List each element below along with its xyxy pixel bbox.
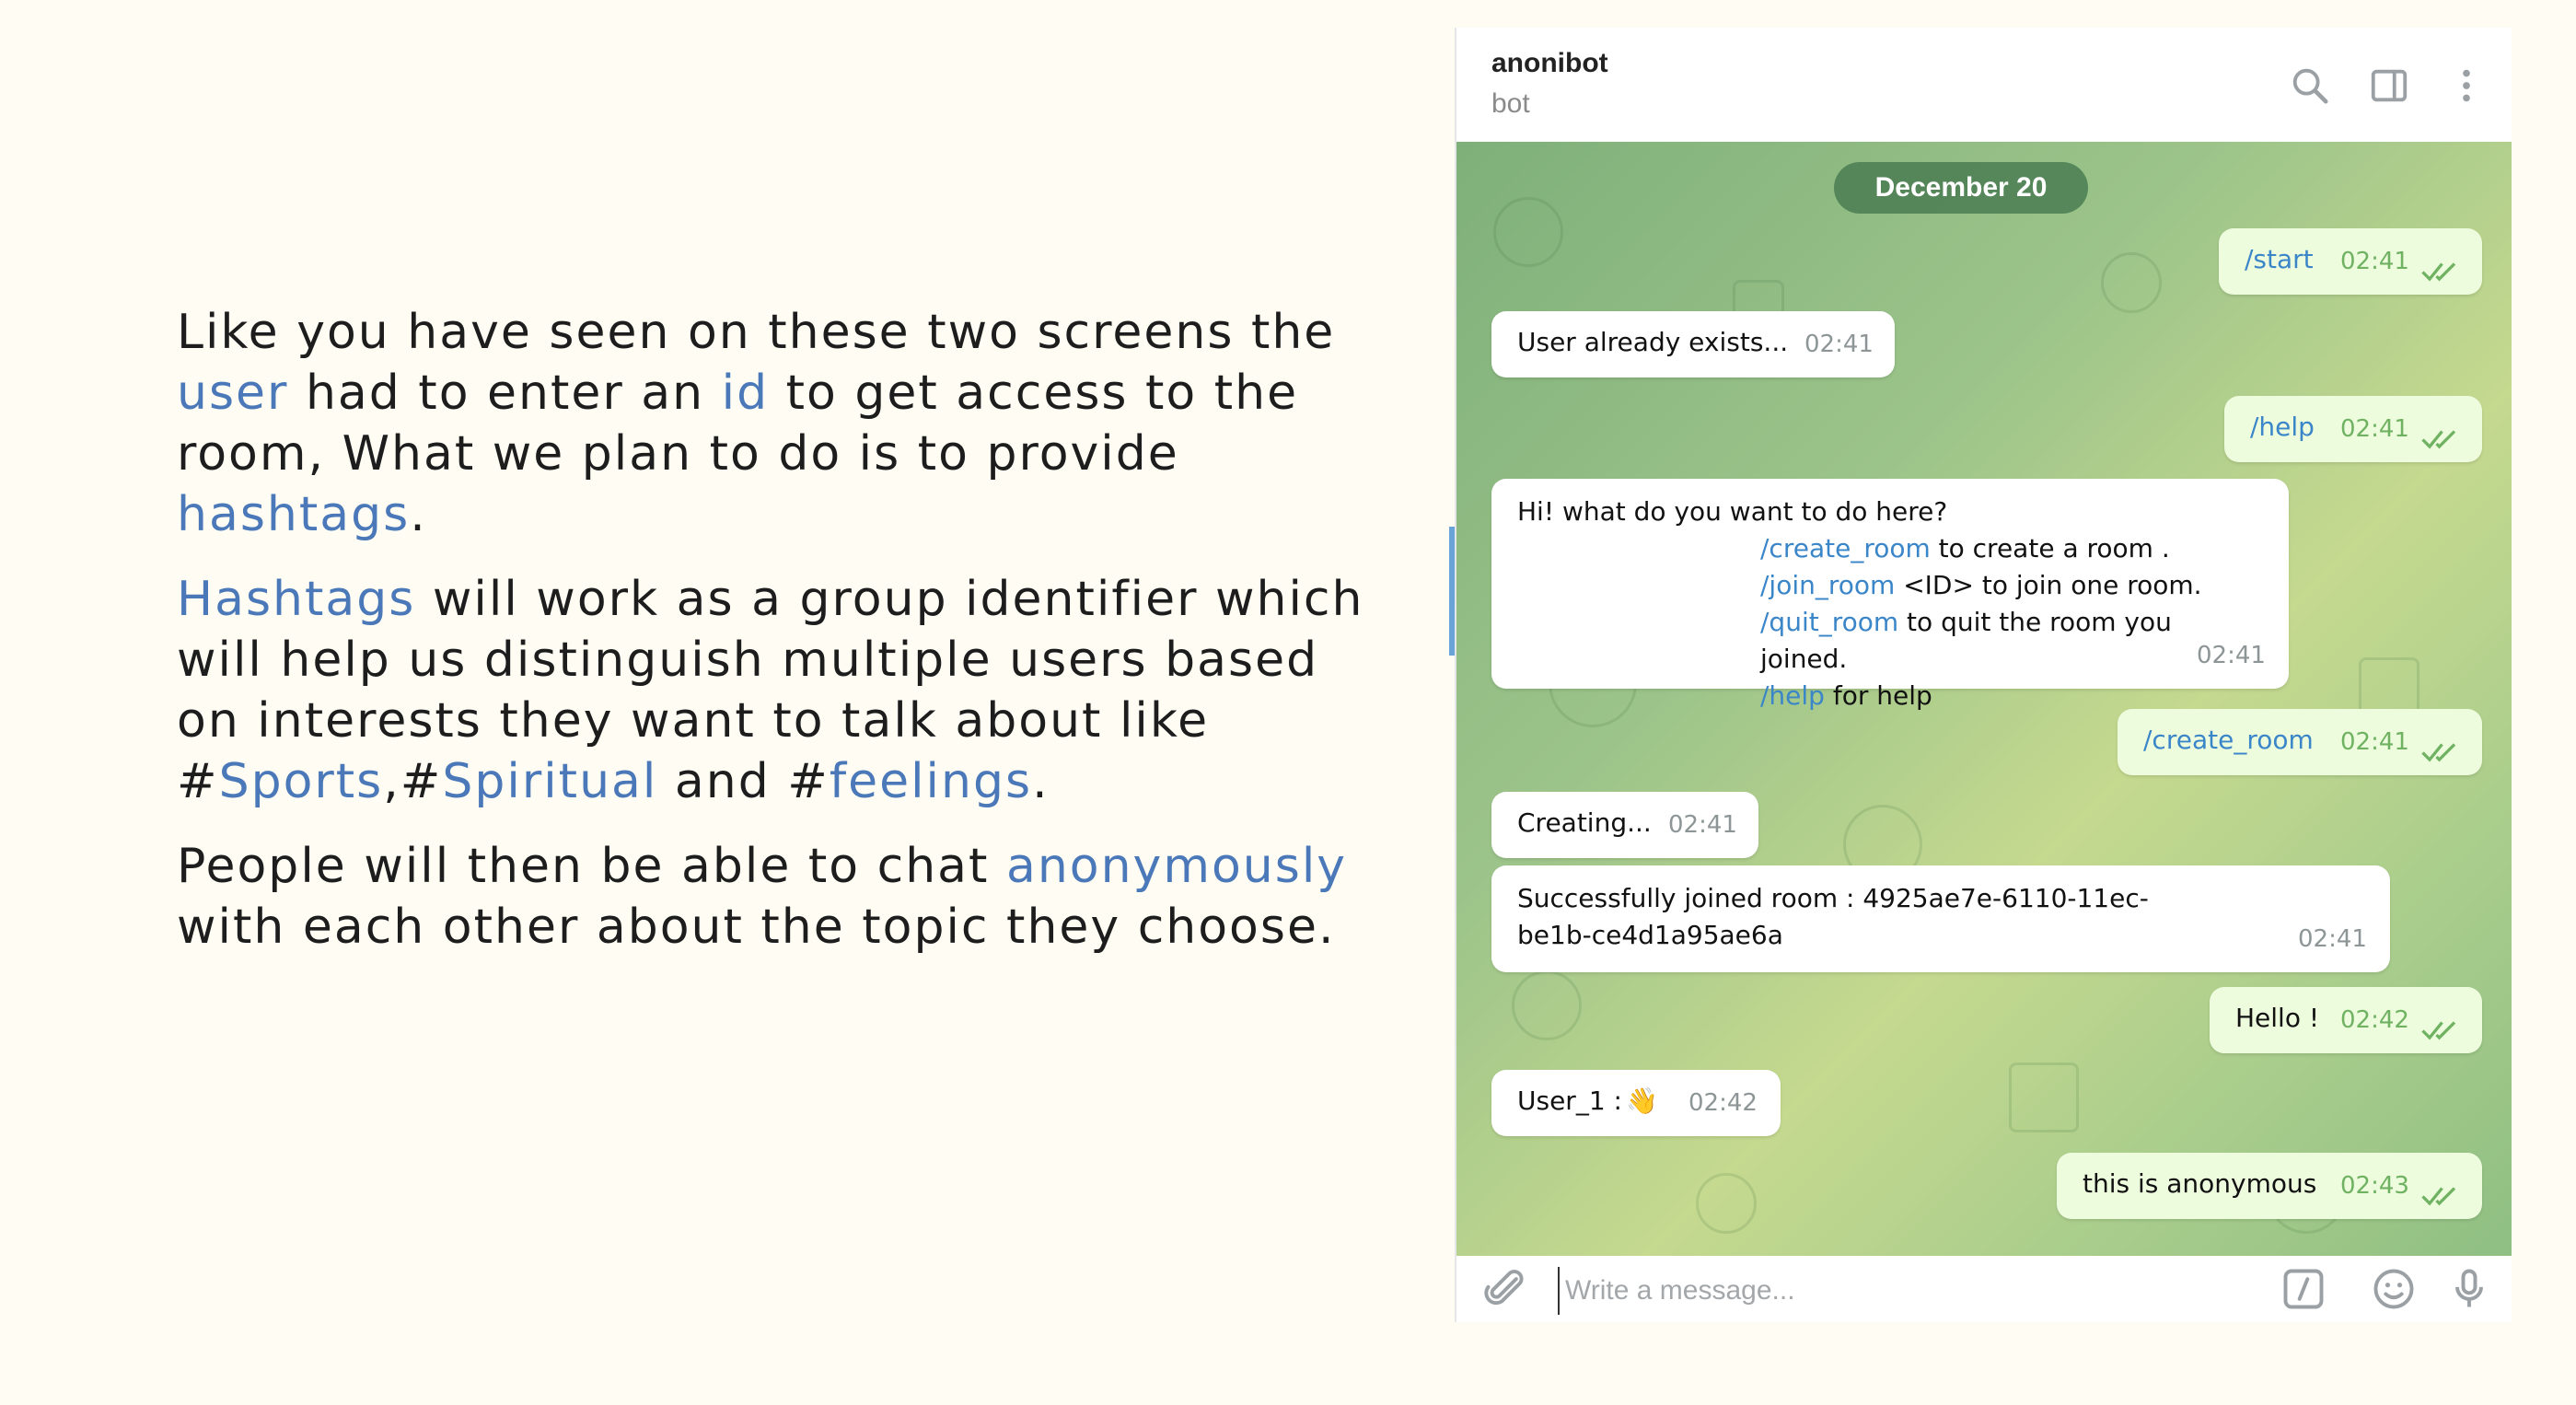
command-line: /join_room <ID> to join one room. — [1760, 567, 2263, 604]
message-incoming[interactable]: User already exists... 02:41 — [1491, 311, 1895, 377]
background-doodle — [1696, 1173, 1757, 1234]
message-composer — [1456, 1256, 2512, 1322]
chat-subtitle: bot — [1491, 88, 1530, 119]
background-doodle — [2101, 252, 2162, 313]
keyword-hashtags: Hashtags — [177, 572, 416, 627]
bot-command-link[interactable]: /join_room — [1760, 570, 1895, 600]
more-icon[interactable] — [2445, 64, 2488, 107]
microphone-icon[interactable] — [2445, 1265, 2493, 1313]
message-text: User already exists... — [1517, 327, 1789, 357]
keyword-hashtags: hashtags — [177, 487, 411, 542]
text: Like you have seen on these two screens … — [177, 305, 1336, 360]
message-time: 02:41 — [1804, 331, 1874, 358]
command-line: /quit_room to quit the room you joined. — [1760, 604, 2263, 678]
text: People will then be able to chat — [177, 839, 1006, 894]
slide-description: Like you have seen on these two screens … — [177, 302, 1374, 981]
command-description: for help — [1824, 680, 1932, 711]
message-time: 02:41 — [2340, 728, 2409, 756]
text: ,# — [383, 754, 443, 809]
telegram-chat-window: anonibot bot December 20 /start 02:41 Us… — [1455, 28, 2512, 1322]
emoji-icon[interactable] — [2370, 1265, 2418, 1313]
message-time: 02:41 — [2197, 642, 2266, 669]
double-check-icon — [2421, 424, 2460, 449]
message-time: 02:41 — [2298, 925, 2367, 953]
message-outgoing[interactable]: /create_room 02:41 — [2118, 709, 2482, 775]
message-text: Creating... — [1517, 807, 1652, 838]
background-doodle — [2009, 1062, 2079, 1132]
message-incoming[interactable]: User_1 : 👋 02:42 — [1491, 1070, 1781, 1136]
paragraph-2: Hashtags will work as a group identifier… — [177, 569, 1374, 812]
bot-command-link[interactable]: /quit_room — [1760, 607, 1898, 637]
double-check-icon — [2421, 256, 2460, 282]
chat-messages-area[interactable]: December 20 /start 02:41 User already ex… — [1456, 142, 2512, 1256]
message-text: Hello ! — [2235, 1003, 2320, 1033]
waving-hand-emoji: 👋 — [1626, 1086, 1658, 1116]
message-text: Successfully joined room : 4925ae7e-6110… — [1517, 883, 2149, 950]
paragraph-3: People will then be able to chat anonymo… — [177, 836, 1374, 958]
message-outgoing[interactable]: /help 02:41 — [2224, 396, 2482, 462]
message-text: this is anonymous — [2083, 1168, 2317, 1199]
chat-title[interactable]: anonibot — [1491, 48, 1608, 79]
message-incoming[interactable]: Creating... 02:41 — [1491, 792, 1758, 858]
text: . — [410, 487, 427, 542]
background-doodle — [1493, 197, 1563, 267]
message-text: Hi! what do you want to do here? — [1517, 496, 1948, 527]
keyword-user: user — [177, 366, 289, 421]
command-description: <ID> to join one room. — [1895, 570, 2202, 600]
command-list: /create_room to create a room . /join_ro… — [1760, 530, 2263, 714]
keyword-id: id — [721, 366, 770, 421]
text: and # — [657, 754, 830, 809]
message-outgoing[interactable]: this is anonymous 02:43 — [2057, 1153, 2482, 1219]
double-check-icon — [2421, 1015, 2460, 1040]
chat-header: anonibot bot — [1456, 28, 2512, 142]
date-separator: December 20 — [1834, 162, 2088, 214]
bot-command-link[interactable]: /start — [2245, 241, 2314, 278]
sidebar-toggle-icon[interactable] — [2368, 64, 2410, 107]
keyword-feelings: feelings — [829, 754, 1033, 809]
double-check-icon — [2421, 737, 2460, 762]
text: . — [1032, 754, 1050, 809]
bot-command-link[interactable]: /create_room — [2143, 722, 2314, 759]
double-check-icon — [2421, 1180, 2460, 1206]
message-time: 02:41 — [1668, 811, 1737, 839]
text: had to enter an — [288, 366, 722, 421]
command-line: /create_room to create a room . — [1760, 530, 2263, 567]
keyword-anonymously: anonymously — [1005, 839, 1348, 894]
background-doodle — [1512, 970, 1582, 1040]
keyword-sports: Sports — [218, 754, 384, 809]
bot-command-link[interactable]: /help — [1760, 680, 1825, 711]
message-outgoing[interactable]: /start 02:41 — [2219, 228, 2482, 295]
message-incoming[interactable]: Successfully joined room : 4925ae7e-6110… — [1491, 865, 2390, 972]
message-time: 02:42 — [2340, 1006, 2409, 1034]
message-time: 02:42 — [1688, 1089, 1758, 1117]
bot-command-icon[interactable] — [2280, 1265, 2327, 1313]
keyword-spiritual: Spiritual — [442, 754, 658, 809]
text: with each other about the topic they cho… — [177, 900, 1336, 955]
message-text: User_1 : — [1517, 1086, 1622, 1116]
command-description: to create a room . — [1930, 533, 2170, 563]
message-outgoing[interactable]: Hello ! 02:42 — [2210, 987, 2482, 1053]
search-icon[interactable] — [2289, 64, 2331, 107]
bot-command-link[interactable]: /help — [2250, 409, 2315, 446]
message-time: 02:41 — [2340, 415, 2409, 443]
message-time: 02:41 — [2340, 248, 2409, 275]
message-time: 02:43 — [2340, 1172, 2409, 1200]
message-incoming[interactable]: Hi! what do you want to do here? /create… — [1491, 479, 2289, 711]
bot-command-link[interactable]: /create_room — [1760, 533, 1931, 563]
paragraph-1: Like you have seen on these two screens … — [177, 302, 1374, 545]
attach-icon[interactable] — [1482, 1265, 1530, 1313]
message-input[interactable] — [1558, 1267, 2230, 1315]
